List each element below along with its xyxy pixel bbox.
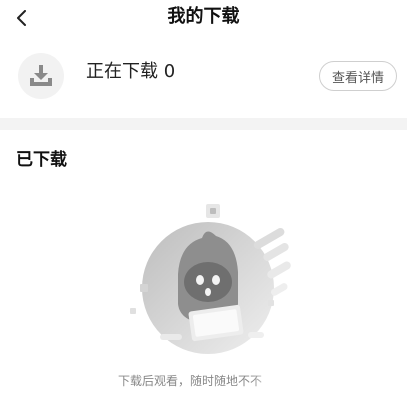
view-details-button[interactable]: 查看详情: [319, 61, 397, 91]
mascot-empty-illustration: [130, 204, 291, 354]
downloading-count-label: 正在下载 0: [86, 61, 176, 82]
download-tray-icon: [30, 65, 52, 86]
download-icon-wrapper: [18, 53, 64, 99]
text-fade-overlay: [252, 370, 276, 392]
header-bar: 我的下载: [0, 0, 407, 36]
downloaded-section-title: 已下载: [16, 150, 67, 170]
page-title: 我的下载: [167, 6, 240, 27]
downloading-row[interactable]: 正在下载 0 查看详情: [0, 40, 407, 114]
section-divider: [0, 118, 407, 130]
empty-state-message: 下载后观看，随时随地不不: [118, 374, 263, 388]
